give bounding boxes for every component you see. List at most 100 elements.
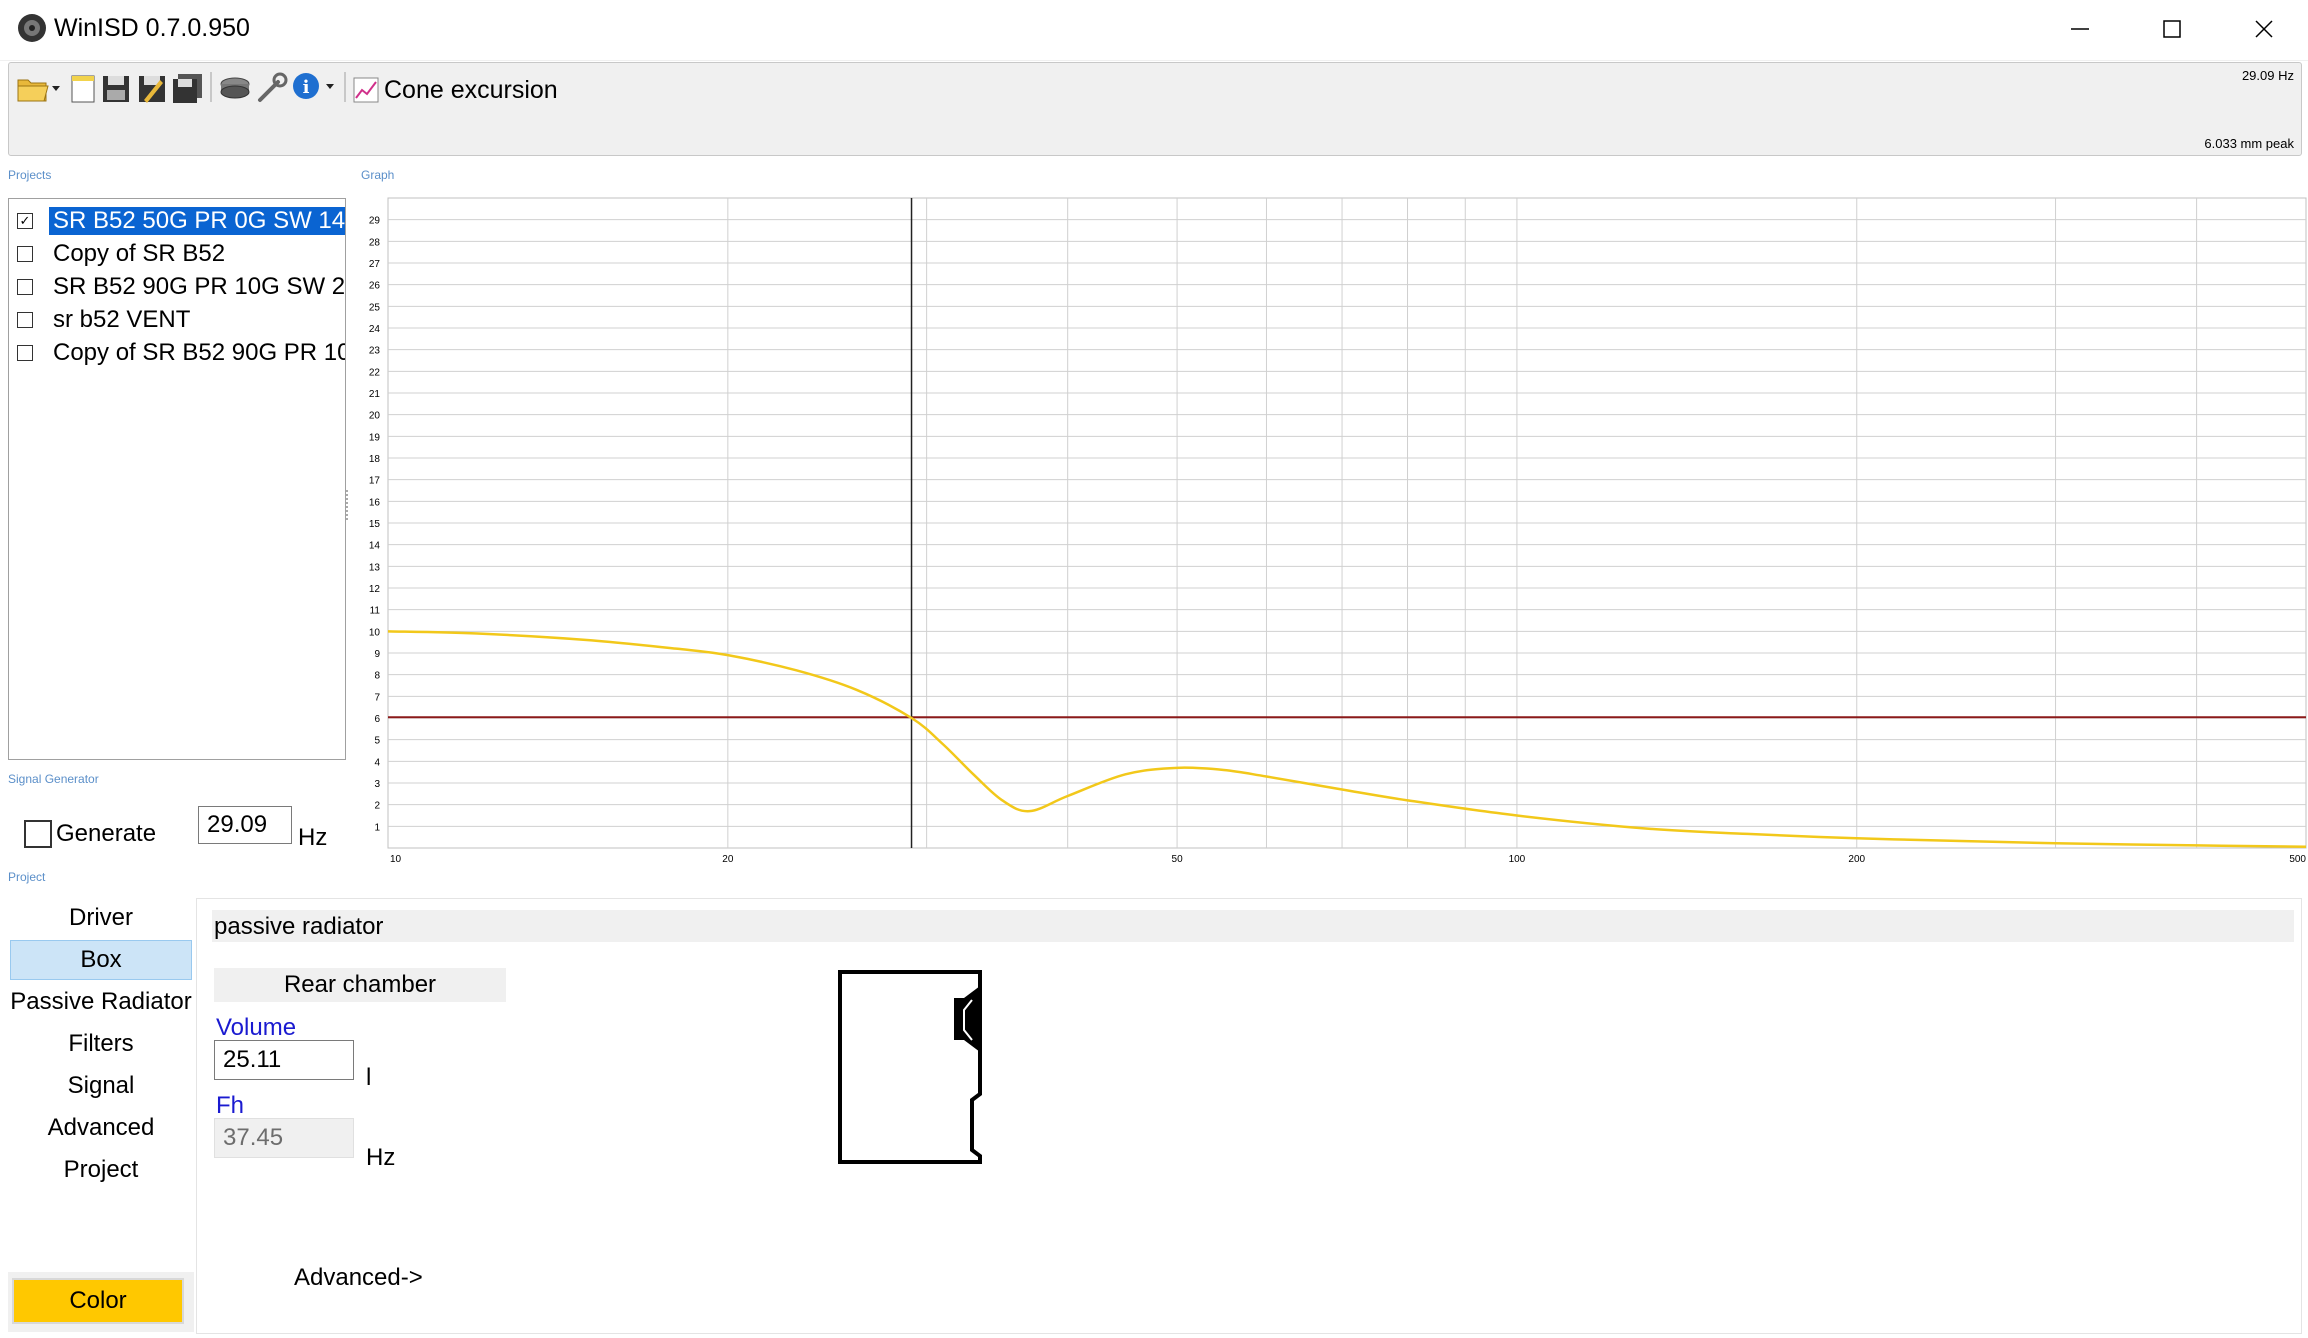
project-checkbox[interactable]: ✓ (17, 213, 33, 229)
toolbar-separator (344, 72, 346, 102)
panel-header: passive radiator (212, 910, 2294, 942)
y-tick-label: 29 (369, 216, 381, 227)
projects-list: ✓ SR B52 50G PR 0G SW 14L E Copy of SR B52… (8, 198, 346, 760)
nav-item-driver[interactable]: Driver (10, 898, 192, 938)
y-tick-label: 19 (369, 432, 381, 443)
save-icon[interactable] (100, 70, 136, 106)
y-tick-label: 24 (369, 324, 381, 335)
app-logo-icon (16, 12, 48, 44)
y-tick-label: 9 (374, 649, 380, 660)
open-folder-icon[interactable] (16, 70, 64, 106)
save-as-icon[interactable] (136, 70, 172, 106)
y-tick-label: 1 (374, 822, 380, 833)
generate-checkbox[interactable] (24, 820, 52, 848)
close-button[interactable] (2218, 0, 2308, 58)
nav-item-passive-radiator[interactable]: Passive Radiator (10, 982, 192, 1022)
project-checkbox[interactable] (17, 312, 33, 328)
project-list-item[interactable]: sr b52 VENT (17, 304, 345, 336)
y-tick-label: 23 (369, 346, 381, 357)
volume-unit: l (366, 1064, 372, 1091)
nav-item-advanced[interactable]: Advanced (10, 1108, 192, 1148)
title-bar: WinISD 0.7.0.950 (0, 0, 2308, 61)
new-file-icon[interactable] (68, 70, 104, 106)
y-tick-label: 2 (374, 801, 380, 812)
maximize-button[interactable] (2126, 0, 2218, 58)
x-tick-label: 20 (722, 854, 734, 865)
graph-section-label: Graph (361, 168, 395, 182)
y-tick-label: 10 (369, 627, 381, 638)
y-tick-label: 18 (369, 454, 381, 465)
projects-section-label: Projects (8, 168, 52, 182)
generator-frequency-unit: Hz (298, 824, 328, 851)
peak-readout: 6.033 mm peak (2204, 136, 2294, 151)
y-tick-label: 13 (369, 562, 381, 573)
project-checkbox[interactable] (17, 279, 33, 295)
save-all-icon[interactable] (170, 70, 206, 106)
project-checkbox[interactable] (17, 345, 33, 361)
generator-frequency-input[interactable]: 29.09 (198, 806, 292, 844)
y-tick-label: 25 (369, 302, 381, 313)
x-tick-label: 50 (1172, 854, 1184, 865)
project-list-item[interactable]: SR B52 90G PR 10G SW 21L (17, 271, 345, 303)
nav-item-filters[interactable]: Filters (10, 1024, 192, 1064)
rear-chamber-header: Rear chamber (214, 968, 506, 1002)
color-button[interactable]: Color (12, 1278, 184, 1324)
y-tick-label: 5 (374, 736, 380, 747)
volume-input[interactable]: 25.11 (214, 1040, 354, 1080)
y-tick-label: 11 (370, 606, 381, 617)
x-tick-label: 200 (1848, 854, 1865, 865)
y-tick-label: 21 (369, 389, 381, 400)
nav-item-signal[interactable]: Signal (10, 1066, 192, 1106)
speaker-driver-icon[interactable] (218, 70, 254, 106)
cone-excursion-graph[interactable]: 1234567891011121314151617181920212223242… (340, 186, 2308, 866)
chart-line-icon (352, 76, 380, 104)
window-title: WinISD 0.7.0.950 (54, 14, 250, 42)
fh-label: Fh (216, 1092, 245, 1119)
nav-item-project[interactable]: Project (10, 1150, 192, 1190)
y-tick-label: 12 (369, 584, 381, 595)
box-panel (196, 898, 2302, 1334)
project-checkbox[interactable] (17, 246, 33, 262)
y-tick-label: 27 (369, 259, 381, 270)
wrench-tools-icon[interactable] (254, 70, 290, 106)
info-icon[interactable]: i (290, 70, 338, 106)
y-tick-label: 4 (374, 757, 380, 768)
y-tick-label: 20 (369, 411, 381, 422)
frequency-readout: 29.09 Hz (2241, 68, 2294, 83)
y-tick-label: 6 (374, 714, 380, 725)
y-tick-label: 14 (369, 541, 381, 552)
project-label: SR B52 50G PR 0G SW 14L E (49, 207, 345, 235)
volume-label: Volume (216, 1014, 297, 1041)
project-label: sr b52 VENT (53, 306, 191, 333)
nav-item-box[interactable]: Box (10, 940, 192, 980)
minimize-button[interactable] (2034, 0, 2126, 58)
y-tick-label: 26 (369, 281, 381, 292)
y-tick-label: 15 (369, 519, 381, 530)
y-tick-label: 28 (369, 237, 381, 248)
y-tick-label: 17 (369, 476, 381, 487)
x-tick-label: 10 (390, 854, 402, 865)
project-list-item[interactable]: Copy of SR B52 (17, 238, 345, 270)
graph-type-dropdown[interactable]: Cone excursion (384, 76, 558, 105)
fh-field: 37.45 (214, 1118, 354, 1158)
generate-label: Generate (56, 820, 157, 847)
y-tick-label: 7 (374, 692, 380, 703)
project-list-item[interactable]: Copy of SR B52 90G PR 10G (17, 337, 345, 369)
project-list-item[interactable]: ✓ SR B52 50G PR 0G SW 14L E (17, 205, 345, 237)
project-section-label: Project (8, 870, 46, 884)
y-tick-label: 3 (374, 779, 380, 790)
project-label: SR B52 90G PR 10G SW 21L (53, 273, 345, 300)
box-diagram-icon (836, 966, 986, 1166)
fh-unit: Hz (366, 1144, 396, 1171)
y-tick-label: 22 (369, 367, 381, 378)
project-label: Copy of SR B52 (53, 240, 226, 267)
y-tick-label: 16 (369, 497, 381, 508)
svg-text:i: i (303, 77, 310, 98)
advanced-link[interactable]: Advanced-> (294, 1264, 423, 1292)
toolbar-separator (210, 72, 212, 102)
y-tick-label: 8 (374, 671, 380, 682)
signal-generator-section-label: Signal Generator (8, 772, 99, 786)
x-tick-label: 100 (1509, 854, 1526, 865)
x-tick-label: 500 (2289, 854, 2306, 865)
project-label: Copy of SR B52 90G PR 10G (53, 339, 345, 366)
